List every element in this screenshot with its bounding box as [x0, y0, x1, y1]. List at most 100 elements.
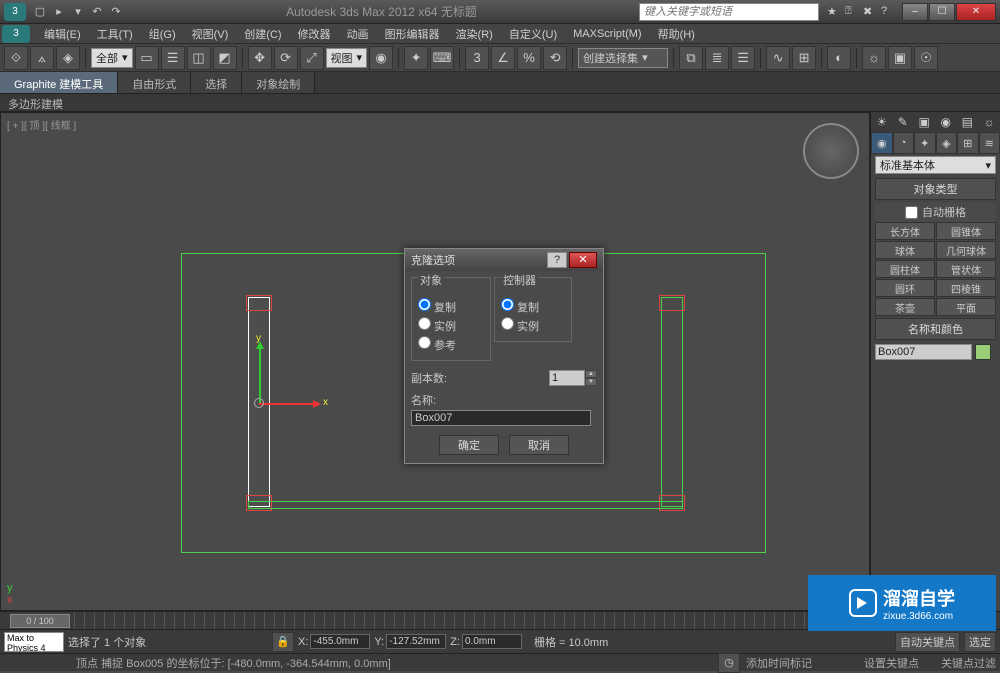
display-icon[interactable]: ▤ — [962, 115, 973, 129]
helpers-tab-icon[interactable]: ⊞ — [957, 132, 979, 154]
autogrid-checkbox[interactable] — [905, 206, 918, 219]
radio-copy[interactable]: 复制 — [418, 297, 484, 316]
shapes-tab-icon[interactable]: ◔ — [893, 132, 915, 154]
script-listener-input[interactable]: Max to Physics 4 — [4, 632, 64, 652]
btn-cone[interactable]: 圆锥体 — [936, 222, 996, 240]
scale-icon[interactable]: ⤢ — [300, 46, 324, 70]
gizmo-x-axis[interactable] — [259, 403, 319, 405]
link-icon[interactable]: ⟐ — [4, 46, 28, 70]
btn-geosphere[interactable]: 几何球体 — [936, 241, 996, 259]
dialog-titlebar[interactable]: 克隆选项 ? ✕ — [405, 249, 603, 271]
primitive-category-dropdown[interactable]: 标准基本体▾ — [875, 156, 996, 174]
btn-box[interactable]: 长方体 — [875, 222, 935, 240]
menu-animation[interactable]: 动画 — [339, 24, 377, 44]
autogrid-checkbox-row[interactable]: 自动栅格 — [875, 202, 996, 222]
camera-icon[interactable]: ▣ — [918, 115, 929, 129]
btn-torus[interactable]: 圆环 — [875, 279, 935, 297]
btn-teapot[interactable]: 茶壶 — [875, 298, 935, 316]
object-color-swatch[interactable] — [975, 344, 991, 360]
material-editor-icon[interactable]: ◐ — [827, 46, 851, 70]
ribbon-tab-freeform[interactable]: 自由形式 — [118, 72, 191, 93]
pivot-icon[interactable]: ◉ — [369, 46, 393, 70]
create-tab-icon[interactable]: ◉ — [871, 132, 893, 154]
menu-view[interactable]: 视图(V) — [184, 24, 237, 44]
cameras-tab-icon[interactable]: ◈ — [936, 132, 958, 154]
undo-icon[interactable]: ↶ — [89, 4, 105, 20]
angle-snap-icon[interactable]: ∠ — [491, 46, 515, 70]
menu-help[interactable]: 帮助(H) — [650, 24, 703, 44]
btn-cylinder[interactable]: 圆柱体 — [875, 260, 935, 278]
add-time-tag-label[interactable]: 添加时间标记 — [746, 655, 812, 671]
wand-icon[interactable]: ✎ — [898, 115, 908, 129]
new-file-icon[interactable]: ▢ — [32, 4, 48, 20]
copies-spinner[interactable]: ▲▼ — [549, 370, 597, 386]
spinner-down-icon[interactable]: ▼ — [585, 378, 597, 386]
gizmo-y-axis[interactable] — [259, 343, 261, 403]
window-crossing-icon[interactable]: ◩ — [213, 46, 237, 70]
app-menu-icon[interactable]: 3 — [4, 3, 26, 21]
menu-rendering[interactable]: 渲染(R) — [448, 24, 501, 44]
selection-filter-dropdown[interactable]: 全部 ▾ — [91, 48, 133, 68]
gizmo-origin[interactable] — [254, 398, 264, 408]
menu-tools[interactable]: 工具(T) — [89, 24, 141, 44]
ribbon-tab-graphite[interactable]: Graphite 建模工具 — [0, 72, 118, 93]
app-menu-button[interactable]: 3 — [2, 25, 30, 43]
lights-tab-icon[interactable]: ✦ — [914, 132, 936, 154]
render-icon[interactable]: ☉ — [914, 46, 938, 70]
key-filter-button[interactable]: 关键点过滤 — [941, 655, 996, 671]
bind-icon[interactable]: ◈ — [56, 46, 80, 70]
spinner-snap-icon[interactable]: ⟲ — [543, 46, 567, 70]
select-name-icon[interactable]: ☰ — [161, 46, 185, 70]
unlink-icon[interactable]: ⟑ — [30, 46, 54, 70]
save-file-icon[interactable]: ▾ — [70, 4, 86, 20]
viewcube[interactable] — [803, 123, 859, 179]
snap-toggle-icon[interactable]: 3 — [465, 46, 489, 70]
menu-create[interactable]: 创建(C) — [236, 24, 289, 44]
coord-y-input[interactable] — [386, 634, 446, 649]
ribbon-tab-selection[interactable]: 选择 — [191, 72, 242, 93]
star-icon[interactable]: ★ — [827, 5, 841, 19]
redo-icon[interactable]: ↷ — [108, 4, 124, 20]
menu-grapheditors[interactable]: 图形编辑器 — [377, 24, 448, 44]
clone-name-input[interactable] — [411, 410, 591, 426]
render-frame-icon[interactable]: ▣ — [888, 46, 912, 70]
schematic-icon[interactable]: ⊞ — [792, 46, 816, 70]
viewport-label[interactable]: [ + ][ 顶 ][ 线框 ] — [7, 117, 76, 132]
btn-tube[interactable]: 管状体 — [936, 260, 996, 278]
menu-group[interactable]: 组(G) — [141, 24, 184, 44]
help-icon[interactable]: ? — [881, 5, 895, 19]
object-name-input[interactable] — [875, 344, 972, 360]
open-file-icon[interactable]: ▸ — [51, 4, 67, 20]
menu-maxscript[interactable]: MAXScript(M) — [565, 26, 649, 42]
time-slider[interactable]: 0 / 100 — [10, 614, 70, 628]
radio-ctrl-instance[interactable]: 实例 — [501, 316, 565, 335]
radio-instance[interactable]: 实例 — [418, 316, 484, 335]
ok-button[interactable]: 确定 — [439, 435, 499, 455]
exchange-icon[interactable]: ✖ — [863, 5, 877, 19]
maximize-button[interactable]: ☐ — [929, 3, 955, 21]
set-key-button[interactable]: 设置关键点 — [864, 655, 919, 671]
radio-reference[interactable]: 参考 — [418, 335, 484, 354]
select-region-icon[interactable]: ◫ — [187, 46, 211, 70]
spinner-up-icon[interactable]: ▲ — [585, 370, 597, 378]
coord-x-input[interactable] — [310, 634, 370, 649]
util-icon[interactable]: ☼ — [984, 115, 995, 129]
manipulate-icon[interactable]: ✦ — [404, 46, 428, 70]
menu-edit[interactable]: 编辑(E) — [36, 24, 89, 44]
menu-customize[interactable]: 自定义(U) — [501, 24, 565, 44]
selected-button[interactable]: 选定 — [964, 632, 996, 652]
light-icon[interactable]: ◉ — [940, 115, 950, 129]
move-icon[interactable]: ✥ — [248, 46, 272, 70]
percent-snap-icon[interactable]: % — [517, 46, 541, 70]
curve-editor-icon[interactable]: ∿ — [766, 46, 790, 70]
ribbon-tab-paint[interactable]: 对象绘制 — [242, 72, 315, 93]
sun-icon[interactable]: ☀ — [876, 115, 887, 129]
keyboard-icon[interactable]: ⌨ — [430, 46, 454, 70]
rollout-name-color[interactable]: 名称和颜色 — [875, 318, 996, 340]
layers-icon[interactable]: ☰ — [731, 46, 755, 70]
rollout-object-type[interactable]: 对象类型 — [875, 178, 996, 200]
dialog-close-button[interactable]: ✕ — [569, 252, 597, 268]
help-search-input[interactable] — [639, 3, 819, 21]
named-selection-dropdown[interactable]: 创建选择集 ▾ — [578, 48, 668, 68]
mirror-icon[interactable]: ⧉ — [679, 46, 703, 70]
